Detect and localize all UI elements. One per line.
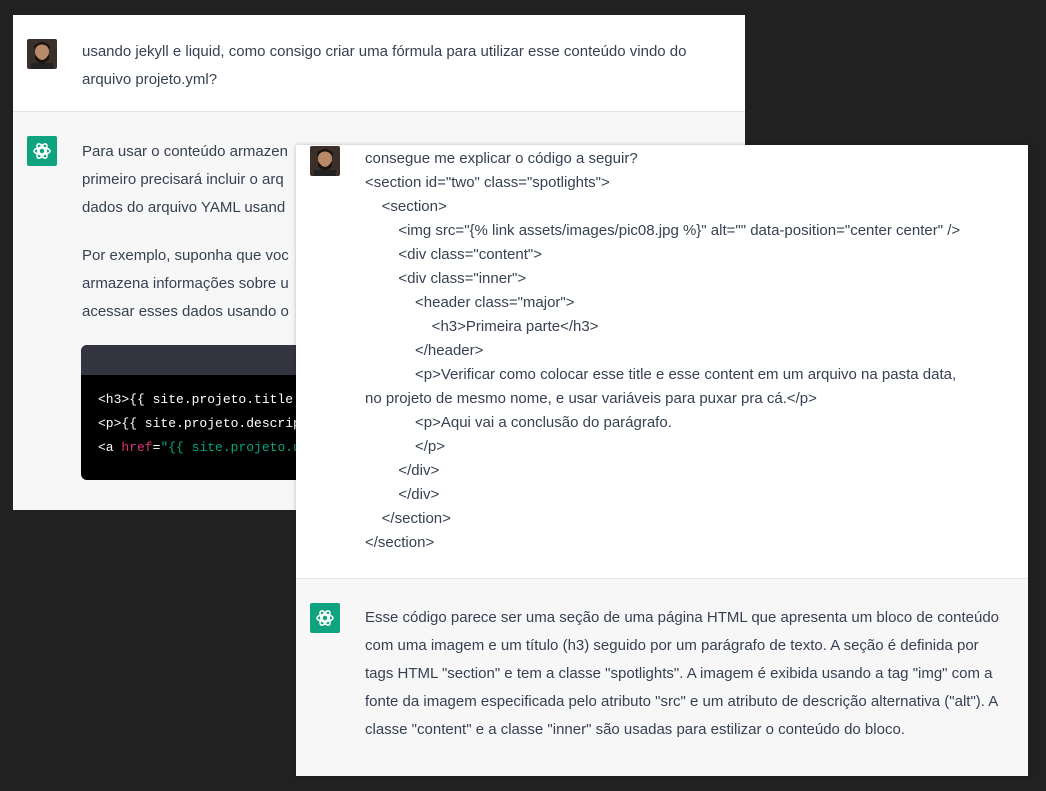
user-avatar [27, 39, 57, 69]
user-line: <section id="two" class="spotlights"> [365, 174, 610, 191]
user-line: <div class="inner"> [365, 270, 527, 287]
user-line: <p>Verificar como colocar esse title e e… [365, 366, 957, 383]
user-message-row: usando jekyll e liquid, como consigo cri… [13, 15, 745, 111]
chat-card-front: consegue me explicar o código a seguir? … [296, 145, 1028, 776]
code-attr: href [121, 440, 153, 455]
user-line: </p> [365, 438, 446, 455]
user-line: <p>Aqui vai a conclusão do parágrafo. [365, 414, 672, 431]
user-line: no projeto de mesmo nome, e usar variáve… [365, 390, 817, 407]
code-line: <a href="{{ site.projeto.u [98, 436, 324, 460]
user-line: </section> [365, 534, 435, 551]
code-tag: <a [98, 440, 122, 455]
code-line: <h3>{{ site.projeto.title [98, 392, 294, 407]
assistant-message: Esse código parece ser uma seção de uma … [365, 609, 999, 738]
user-line: </header> [365, 342, 484, 359]
user-line: </section> [365, 510, 451, 527]
assistant-message-row: Esse código parece ser uma seção de uma … [296, 578, 1028, 776]
user-avatar [310, 146, 340, 176]
user-message: usando jekyll e liquid, como consigo cri… [82, 43, 687, 88]
user-message: consegue me explicar o código a seguir? … [365, 147, 960, 555]
user-line: <div class="content"> [365, 246, 542, 263]
code-line: <p>{{ site.projeto.descrip [98, 416, 301, 431]
user-line: <img src="{% link assets/images/pic08.jp… [365, 222, 961, 239]
user-line: <section> [365, 198, 447, 215]
user-line: </div> [365, 486, 440, 503]
user-line: </div> [365, 462, 440, 479]
user-line: consegue me explicar o código a seguir? [365, 150, 638, 167]
user-line: <header class="major"> [365, 294, 575, 311]
openai-logo-icon [310, 603, 340, 633]
user-message-row: consegue me explicar o código a seguir? … [296, 145, 1028, 578]
code-string: "{{ site.projeto.u [160, 440, 301, 455]
user-line: <h3>Primeira parte</h3> [365, 318, 599, 335]
openai-logo-icon [27, 136, 57, 166]
